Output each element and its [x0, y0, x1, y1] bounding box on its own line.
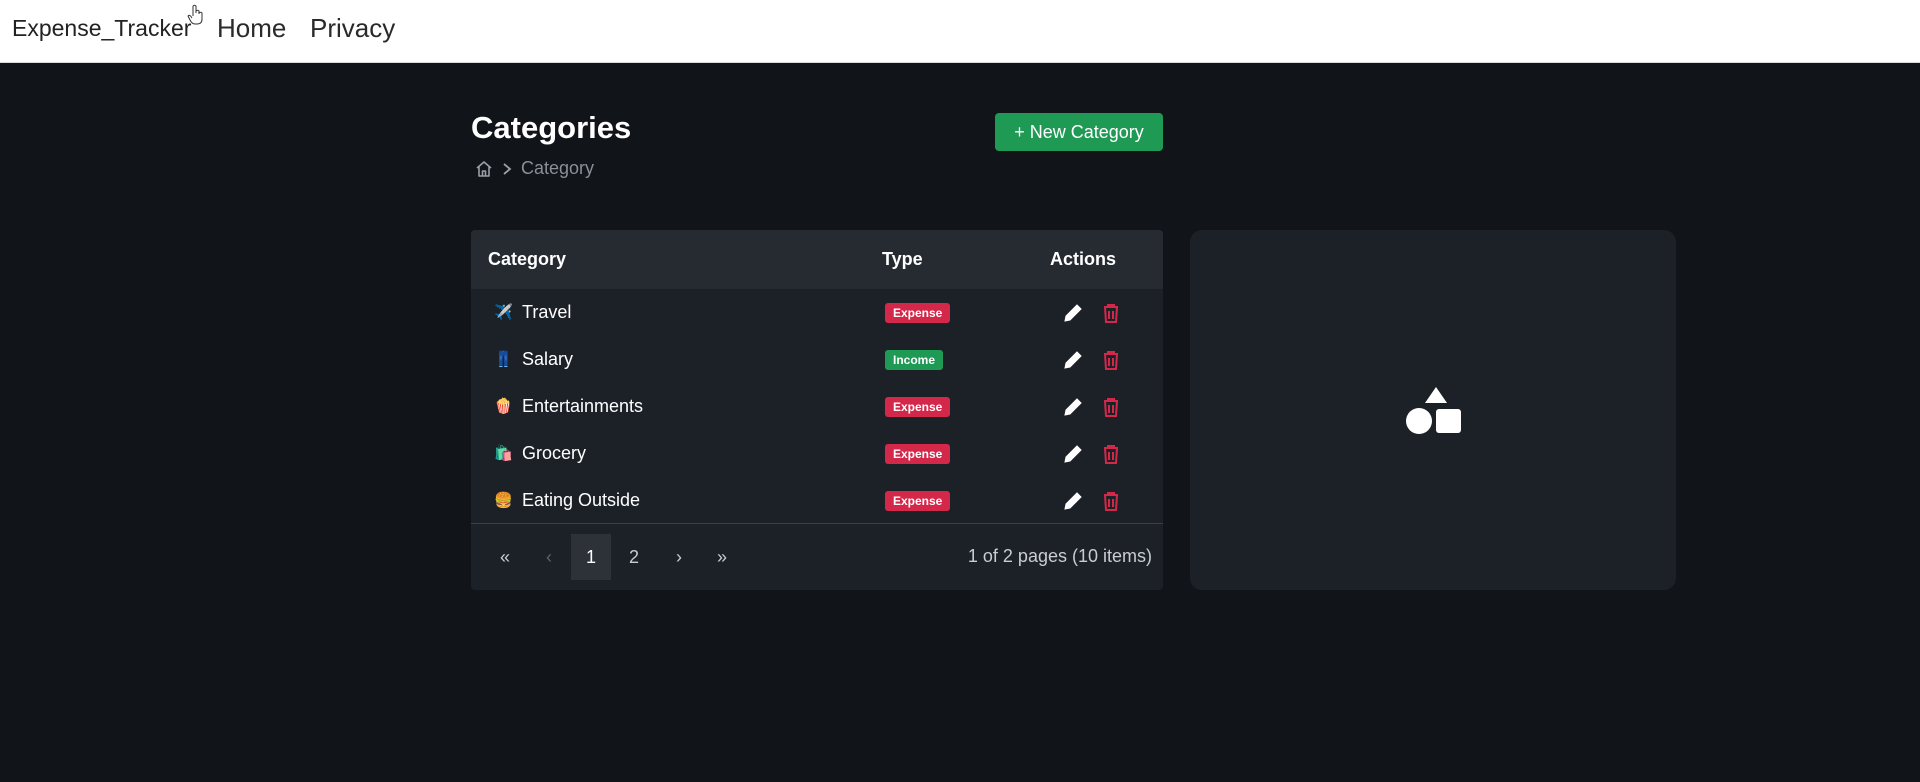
column-header-actions: Actions — [1050, 249, 1117, 269]
previous-page-button[interactable]: ‹ — [529, 534, 569, 580]
table-row[interactable]: 👖 Salary Income — [471, 336, 1163, 383]
edit-pencil-icon[interactable] — [1062, 349, 1084, 371]
category-name: Eating Outside — [522, 490, 641, 510]
edit-pencil-icon[interactable] — [1062, 443, 1084, 465]
category-cell: ✈️ Travel — [494, 289, 571, 336]
category-emoji-icon: 🛍️ — [494, 444, 513, 462]
edit-pencil-icon[interactable] — [1062, 302, 1084, 324]
category-emoji-icon: ✈️ — [494, 303, 513, 321]
table-row[interactable]: ✈️ Travel Expense — [471, 289, 1163, 336]
brand-link[interactable]: Expense_Tracker — [12, 15, 191, 42]
nav-home-link[interactable]: Home — [217, 13, 286, 44]
category-emoji-icon: 👖 — [494, 350, 513, 368]
first-page-button[interactable]: « — [485, 534, 525, 580]
category-name: Salary — [522, 349, 574, 369]
hand-pointer-icon — [187, 4, 203, 25]
column-header-category[interactable]: Category — [488, 249, 566, 270]
home-icon[interactable] — [475, 160, 493, 178]
category-cell: 🍔 Eating Outside — [494, 477, 640, 524]
table-row[interactable]: 🍿 Entertainments Expense — [471, 383, 1163, 430]
top-navbar: Expense_Tracker Home Privacy — [0, 0, 1920, 63]
pagination-info: 1 of 2 pages (10 items) — [967, 546, 1152, 566]
type-badge: Expense — [885, 397, 951, 417]
category-name: Travel — [522, 302, 572, 322]
category-emoji-icon: 🍿 — [494, 397, 513, 415]
type-badge: Income — [885, 350, 944, 370]
edit-pencil-icon[interactable] — [1062, 396, 1084, 418]
category-cell: 🍿 Entertainments — [494, 383, 643, 430]
delete-trash-icon[interactable] — [1102, 349, 1120, 371]
chevron-right-icon — [503, 162, 512, 175]
type-badge: Expense — [885, 303, 951, 323]
breadcrumb-current: Category — [521, 158, 595, 178]
delete-trash-icon[interactable] — [1102, 443, 1120, 465]
category-form-panel — [1190, 230, 1676, 590]
delete-trash-icon[interactable] — [1102, 302, 1120, 324]
table-row[interactable]: 🛍️ Grocery Expense — [471, 430, 1163, 477]
nav-privacy-link[interactable]: Privacy — [310, 13, 395, 44]
pagination: « ‹ 1 2 › » 1 of 2 pages (10 items) — [471, 523, 1163, 590]
table-header: Category Type Actions — [471, 230, 1163, 289]
last-page-button[interactable]: » — [702, 534, 742, 580]
column-header-type[interactable]: Type — [882, 249, 923, 270]
category-cell: 🛍️ Grocery — [494, 430, 586, 477]
category-name: Entertainments — [522, 396, 644, 416]
breadcrumb: Category — [475, 158, 594, 179]
type-badge: Expense — [885, 491, 951, 511]
next-page-button[interactable]: › — [659, 534, 699, 580]
category-name: Grocery — [522, 443, 587, 463]
page-2-button[interactable]: 2 — [614, 534, 654, 580]
category-emoji-icon: 🍔 — [494, 491, 513, 509]
delete-trash-icon[interactable] — [1102, 490, 1120, 512]
type-badge: Expense — [885, 444, 951, 464]
table-row[interactable]: 🍔 Eating Outside Expense — [471, 477, 1163, 524]
new-category-button[interactable]: + New Category — [995, 113, 1163, 151]
page-1-button[interactable]: 1 — [571, 534, 611, 580]
category-cell: 👖 Salary — [494, 336, 573, 383]
page-title: Categories — [471, 110, 632, 145]
categories-table: Category Type Actions ✈️ Travel Expense … — [471, 230, 1163, 590]
shapes-icon — [1406, 387, 1461, 434]
edit-pencil-icon[interactable] — [1062, 490, 1084, 512]
delete-trash-icon[interactable] — [1102, 396, 1120, 418]
